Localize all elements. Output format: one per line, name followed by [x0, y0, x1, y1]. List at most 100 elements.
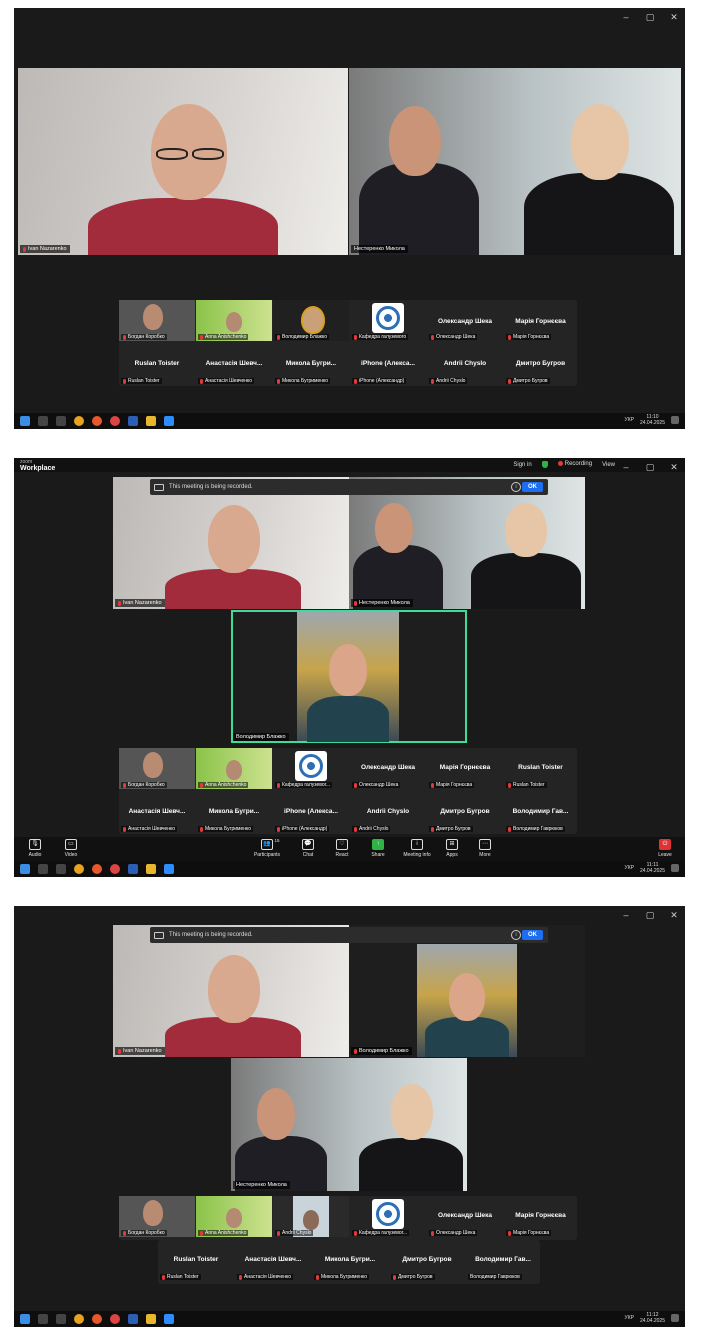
- maximize-icon[interactable]: ▢: [645, 12, 655, 23]
- browser-icon[interactable]: [110, 864, 120, 874]
- ok-button[interactable]: OK: [522, 930, 543, 940]
- shield-icon[interactable]: [541, 461, 548, 468]
- language-indicator[interactable]: УКР: [625, 1315, 634, 1321]
- gallery-thumbnail[interactable]: Микола Бугри... Микола Бугрименко: [312, 1240, 388, 1281]
- video-tile[interactable]: Нестеренко Микола: [349, 477, 585, 609]
- gallery-thumbnail[interactable]: Дмитро Бугров Дмитро Бугров: [427, 792, 503, 833]
- search-icon[interactable]: [38, 1314, 48, 1324]
- gallery-thumbnail[interactable]: Дмитро Бугров Дмитро Бугров: [504, 344, 577, 385]
- gallery-thumbnail[interactable]: Володимир Гав... Володимир Гаврюков: [466, 1240, 540, 1281]
- zoom-app-icon[interactable]: [164, 1314, 174, 1324]
- notifications-icon[interactable]: [671, 864, 679, 872]
- video-tile[interactable]: Ivan Nazarenko: [113, 925, 349, 1057]
- gallery-thumbnail[interactable]: Олександр Шека Олександр Шека: [427, 300, 503, 341]
- maximize-icon[interactable]: ▢: [645, 462, 655, 473]
- gallery-thumbnail[interactable]: Олександр Шека Олександр Шека: [350, 748, 426, 789]
- search-icon[interactable]: [38, 416, 48, 426]
- gallery-thumbnail[interactable]: Ruslan Toister Ruslan Toister: [158, 1240, 234, 1281]
- language-indicator[interactable]: УКР: [625, 417, 634, 423]
- video-tile[interactable]: Ivan Nazarenko: [113, 477, 349, 609]
- firefox-icon[interactable]: [92, 864, 102, 874]
- firefox-icon[interactable]: [92, 1314, 102, 1324]
- chrome-icon[interactable]: [74, 416, 84, 426]
- gallery-thumbnail[interactable]: Марія Горнєєва Марія Горнєєва: [504, 300, 577, 341]
- close-icon[interactable]: ✕: [669, 462, 679, 473]
- more-button[interactable]: ⋯ More: [470, 839, 500, 858]
- windows-start-icon[interactable]: [20, 416, 30, 426]
- word-icon[interactable]: [128, 1314, 138, 1324]
- gallery-thumbnail[interactable]: iPhone (Алекса... iPhone (Александр): [273, 792, 349, 833]
- sign-in-button[interactable]: Sign in: [513, 462, 531, 468]
- maximize-icon[interactable]: ▢: [645, 910, 655, 921]
- recording-indicator[interactable]: Recording: [557, 461, 592, 468]
- gallery-thumbnail[interactable]: Anna Anishchenko: [196, 748, 272, 789]
- chat-button[interactable]: 💬 Chat: [293, 839, 323, 858]
- minimize-icon[interactable]: –: [621, 462, 631, 473]
- gallery-thumbnail[interactable]: Andrii Chyslo: [273, 1196, 349, 1237]
- close-icon[interactable]: ✕: [669, 910, 679, 921]
- file-explorer-icon[interactable]: [146, 864, 156, 874]
- task-view-icon[interactable]: [56, 416, 66, 426]
- gallery-thumbnail[interactable]: Богдан Коробко: [119, 1196, 195, 1237]
- browser-icon[interactable]: [110, 1314, 120, 1324]
- file-explorer-icon[interactable]: [146, 416, 156, 426]
- gallery-thumbnail[interactable]: Володимир Гав... Володимир Гаврюков: [504, 792, 577, 833]
- windows-start-icon[interactable]: [20, 864, 30, 874]
- gallery-thumbnail[interactable]: Дмитро Бугров Дмитро Бугров: [389, 1240, 465, 1281]
- video-tile-active-speaker[interactable]: Нестеренко Микола: [231, 1058, 467, 1191]
- chrome-icon[interactable]: [74, 1314, 84, 1324]
- gallery-thumbnail[interactable]: Кафедра галузевого: [350, 300, 426, 341]
- language-indicator[interactable]: УКР: [625, 865, 634, 871]
- clock[interactable]: 11:12 24.04.2025: [640, 1312, 665, 1324]
- gallery-thumbnail[interactable]: Ruslan Toister Ruslan Toister: [119, 344, 195, 385]
- gallery-thumbnail[interactable]: Микола Бугри... Микола Бугрименко: [273, 344, 349, 385]
- gallery-thumbnail[interactable]: Andrii Chyslo Andrii Chyslo: [350, 792, 426, 833]
- clock[interactable]: 11:10 24.04.2025: [640, 414, 665, 426]
- chrome-icon[interactable]: [74, 864, 84, 874]
- ok-button[interactable]: OK: [522, 482, 543, 492]
- gallery-thumbnail[interactable]: Володимир Блажко: [273, 300, 349, 341]
- file-explorer-icon[interactable]: [146, 1314, 156, 1324]
- clock[interactable]: 11:11 24.04.2025: [640, 862, 665, 874]
- video-button[interactable]: ▭ Video: [56, 839, 86, 858]
- task-view-icon[interactable]: [56, 1314, 66, 1324]
- word-icon[interactable]: [128, 416, 138, 426]
- word-icon[interactable]: [128, 864, 138, 874]
- gallery-thumbnail[interactable]: Богдан Коробко: [119, 748, 195, 789]
- react-button[interactable]: ♡ React: [327, 839, 357, 858]
- gallery-thumbnail[interactable]: Анастасія Шевч... Анастасія Шевченко: [119, 792, 195, 833]
- notifications-icon[interactable]: [671, 1314, 679, 1322]
- gallery-thumbnail[interactable]: Анастасія Шевч... Анастасія Шевченко: [235, 1240, 311, 1281]
- gallery-thumbnail[interactable]: Олександр Шека Олександр Шека: [427, 1196, 503, 1237]
- leave-button[interactable]: ⏻ Leave: [650, 839, 680, 858]
- browser-icon[interactable]: [110, 416, 120, 426]
- task-view-icon[interactable]: [56, 864, 66, 874]
- windows-start-icon[interactable]: [20, 1314, 30, 1324]
- firefox-icon[interactable]: [92, 416, 102, 426]
- gallery-thumbnail[interactable]: Anna Anishchenko: [196, 300, 272, 341]
- video-tile-active-speaker[interactable]: Володимир Блажко: [231, 610, 467, 743]
- notifications-icon[interactable]: [671, 416, 679, 424]
- gallery-thumbnail[interactable]: Ruslan Toister Ruslan Toister: [504, 748, 577, 789]
- info-icon[interactable]: i: [511, 930, 521, 940]
- info-icon[interactable]: i: [511, 482, 521, 492]
- video-tile[interactable]: Володимир Блажко: [349, 925, 585, 1057]
- audio-button[interactable]: 🎙 Audio: [20, 839, 50, 858]
- meeting-info-button[interactable]: i Meeting info: [400, 839, 434, 858]
- close-icon[interactable]: ✕: [669, 12, 679, 23]
- view-button[interactable]: View: [602, 462, 615, 468]
- gallery-thumbnail[interactable]: Кафедра галузевог...: [350, 1196, 426, 1237]
- minimize-icon[interactable]: –: [621, 12, 631, 23]
- video-tile[interactable]: Ivan Nazarenko: [18, 68, 348, 255]
- gallery-thumbnail[interactable]: Кафедра галузевог...: [273, 748, 349, 789]
- gallery-thumbnail[interactable]: Анастасія Шевч... Анастасія Шевченко: [196, 344, 272, 385]
- zoom-app-icon[interactable]: [164, 864, 174, 874]
- gallery-thumbnail[interactable]: Микола Бугри... Микола Бугрименко: [196, 792, 272, 833]
- share-button[interactable]: ↑ Share: [363, 839, 393, 858]
- gallery-thumbnail[interactable]: Марія Горнєєва Марія Горнєєва: [427, 748, 503, 789]
- video-tile-active-speaker[interactable]: Нестеренко Микола: [349, 68, 681, 255]
- apps-button[interactable]: ⊞ Apps: [437, 839, 467, 858]
- gallery-thumbnail[interactable]: Марія Горнєєва Марія Горнєєва: [504, 1196, 577, 1237]
- search-icon[interactable]: [38, 864, 48, 874]
- gallery-thumbnail[interactable]: Богдан Коробко: [119, 300, 195, 341]
